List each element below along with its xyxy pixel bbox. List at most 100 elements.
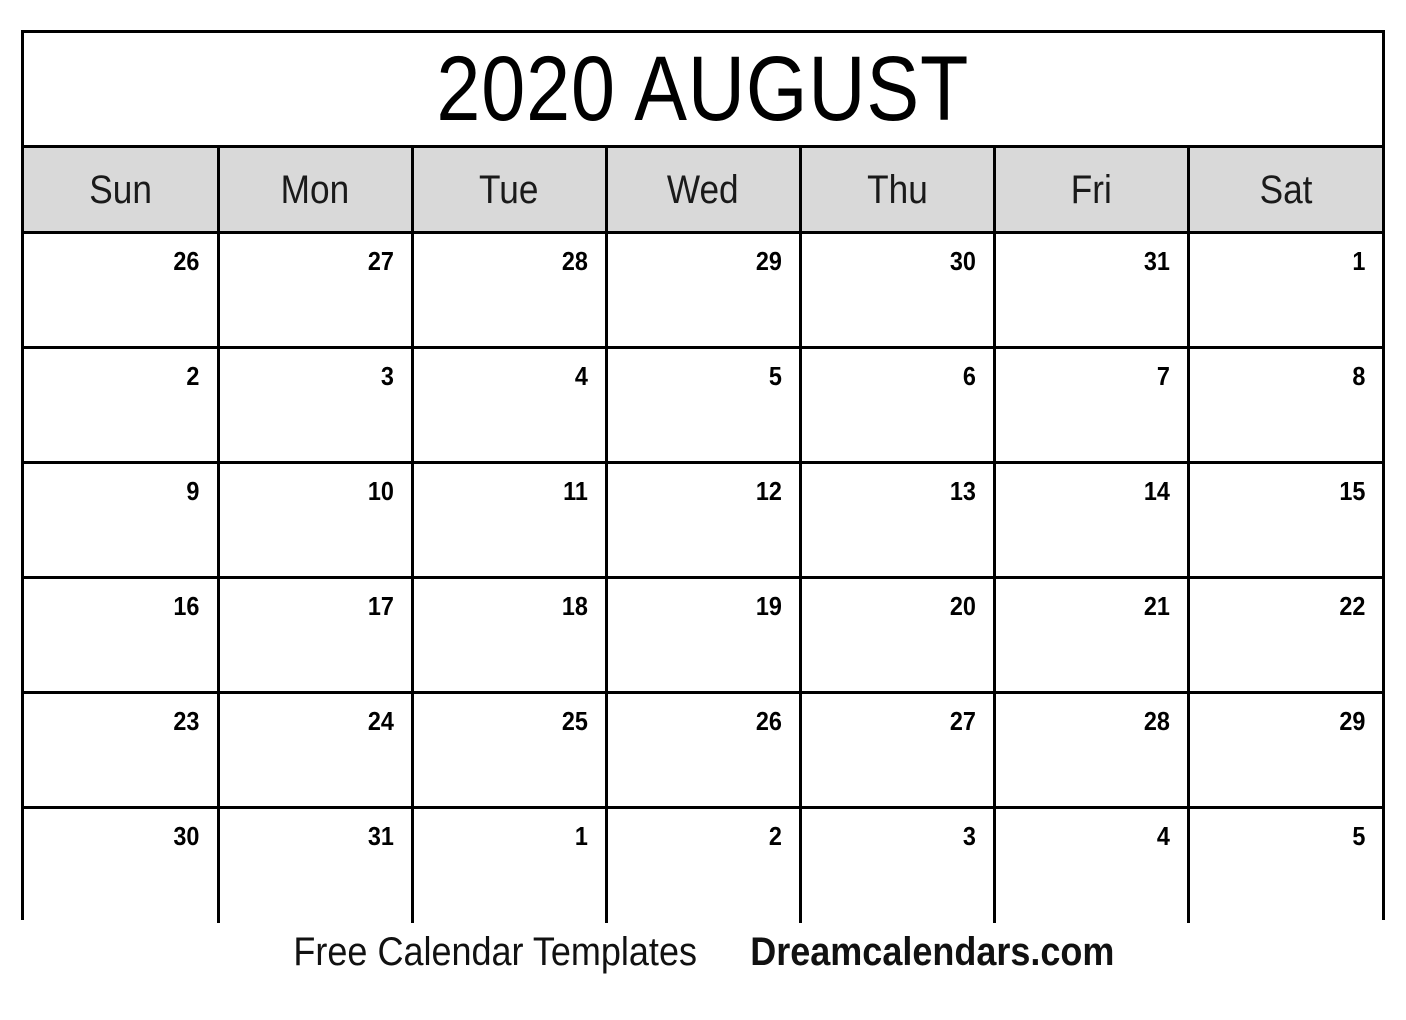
day-cell[interactable]: 6 bbox=[798, 346, 996, 464]
day-cell[interactable]: 30 bbox=[24, 806, 220, 923]
day-cell[interactable]: 19 bbox=[604, 576, 802, 694]
day-cell[interactable]: 3 bbox=[216, 346, 414, 464]
day-cell[interactable]: 27 bbox=[798, 691, 996, 809]
footer-tagline: Free Calendar Templates bbox=[293, 930, 697, 974]
day-cell[interactable]: 11 bbox=[410, 461, 608, 579]
day-number: 10 bbox=[367, 476, 394, 506]
day-cell[interactable]: 16 bbox=[24, 576, 220, 694]
weekday-label: Sun bbox=[88, 167, 152, 212]
day-number: 5 bbox=[768, 361, 782, 391]
weekday-label: Sat bbox=[1259, 167, 1313, 212]
day-number: 28 bbox=[561, 246, 588, 276]
calendar-grid: Sun Mon Tue Wed Thu Fri Sat 26 27 28 29 30 31 1 2 3 4 5 6… bbox=[24, 145, 1382, 923]
weekday-label: Thu bbox=[866, 167, 928, 212]
day-cell[interactable]: 12 bbox=[604, 461, 802, 579]
day-cell[interactable]: 30 bbox=[798, 231, 996, 349]
day-cell[interactable]: 14 bbox=[992, 461, 1190, 579]
day-number: 3 bbox=[962, 821, 976, 851]
day-number: 1 bbox=[574, 821, 588, 851]
footer-brand-link[interactable]: Dreamcalendars.com bbox=[751, 932, 1115, 972]
footer: Free Calendar Templates Dreamcalendars.c… bbox=[0, 932, 1406, 972]
day-cell[interactable]: 5 bbox=[1186, 806, 1382, 923]
weekday-header-thu: Thu bbox=[798, 145, 996, 234]
weekday-label: Wed bbox=[667, 167, 739, 212]
day-cell[interactable]: 4 bbox=[992, 806, 1190, 923]
day-cell[interactable]: 2 bbox=[604, 806, 802, 923]
day-cell[interactable]: 29 bbox=[1186, 691, 1382, 809]
day-number: 20 bbox=[949, 591, 976, 621]
weekday-label: Mon bbox=[280, 167, 350, 212]
day-number: 8 bbox=[1351, 361, 1365, 391]
weekday-label: Fri bbox=[1070, 167, 1112, 212]
day-number: 4 bbox=[1156, 821, 1170, 851]
day-cell[interactable]: 23 bbox=[24, 691, 220, 809]
day-number: 7 bbox=[1156, 361, 1170, 391]
day-number: 25 bbox=[561, 706, 588, 736]
page-title: 2020 AUGUST bbox=[436, 38, 970, 140]
day-cell[interactable]: 5 bbox=[604, 346, 802, 464]
day-cell[interactable]: 28 bbox=[992, 691, 1190, 809]
day-cell[interactable]: 8 bbox=[1186, 346, 1382, 464]
day-number: 29 bbox=[1338, 706, 1365, 736]
day-cell[interactable]: 10 bbox=[216, 461, 414, 579]
day-number: 13 bbox=[949, 476, 976, 506]
week-row: 23 24 25 26 27 28 29 bbox=[24, 691, 1382, 809]
day-number: 19 bbox=[755, 591, 782, 621]
day-cell[interactable]: 1 bbox=[1186, 231, 1382, 349]
day-cell[interactable]: 3 bbox=[798, 806, 996, 923]
day-cell[interactable]: 17 bbox=[216, 576, 414, 694]
day-number: 2 bbox=[768, 821, 782, 851]
footer-spacer bbox=[720, 932, 730, 972]
day-cell[interactable]: 27 bbox=[216, 231, 414, 349]
day-cell[interactable]: 26 bbox=[24, 231, 220, 349]
day-number: 9 bbox=[186, 476, 200, 506]
day-cell[interactable]: 26 bbox=[604, 691, 802, 809]
day-number: 15 bbox=[1338, 476, 1365, 506]
day-cell[interactable]: 28 bbox=[410, 231, 608, 349]
week-row: 9 10 11 12 13 14 15 bbox=[24, 461, 1382, 579]
day-number: 23 bbox=[173, 706, 200, 736]
day-cell[interactable]: 20 bbox=[798, 576, 996, 694]
day-cell[interactable]: 9 bbox=[24, 461, 220, 579]
weekday-header-sat: Sat bbox=[1186, 145, 1382, 234]
day-cell[interactable]: 31 bbox=[992, 231, 1190, 349]
day-number: 30 bbox=[949, 246, 976, 276]
day-cell[interactable]: 2 bbox=[24, 346, 220, 464]
day-number: 27 bbox=[949, 706, 976, 736]
day-number: 3 bbox=[380, 361, 394, 391]
weekday-header-fri: Fri bbox=[992, 145, 1190, 234]
day-cell[interactable]: 31 bbox=[216, 806, 414, 923]
day-number: 28 bbox=[1143, 706, 1170, 736]
day-number: 1 bbox=[1351, 246, 1365, 276]
day-number: 24 bbox=[367, 706, 394, 736]
day-cell[interactable]: 4 bbox=[410, 346, 608, 464]
day-cell[interactable]: 24 bbox=[216, 691, 414, 809]
calendar-title-bar: 2020 AUGUST bbox=[24, 33, 1382, 145]
day-number: 4 bbox=[574, 361, 588, 391]
day-number: 26 bbox=[755, 706, 782, 736]
day-number: 22 bbox=[1338, 591, 1365, 621]
week-row: 16 17 18 19 20 21 22 bbox=[24, 576, 1382, 694]
day-cell[interactable]: 29 bbox=[604, 231, 802, 349]
calendar-frame: 2020 AUGUST Sun Mon Tue Wed Thu Fri Sat 26 27 28… bbox=[21, 30, 1385, 923]
day-cell[interactable]: 22 bbox=[1186, 576, 1382, 694]
calendar-body: 26 27 28 29 30 31 1 2 3 4 5 6 7 8 9 10 11 12 13 14 15 16 17 18 1… bbox=[24, 231, 1382, 923]
calendar-weekday-header: Sun Mon Tue Wed Thu Fri Sat bbox=[24, 145, 1382, 234]
day-cell[interactable]: 15 bbox=[1186, 461, 1382, 579]
day-number: 31 bbox=[1143, 246, 1170, 276]
calendar-page: 2020 AUGUST Sun Mon Tue Wed Thu Fri Sat 26 27 28… bbox=[0, 0, 1406, 1020]
day-cell[interactable]: 7 bbox=[992, 346, 1190, 464]
weekday-header-mon: Mon bbox=[216, 145, 414, 234]
day-number: 26 bbox=[173, 246, 200, 276]
weekday-row: Sun Mon Tue Wed Thu Fri Sat bbox=[24, 145, 1382, 234]
weekday-header-sun: Sun bbox=[24, 145, 220, 234]
day-number: 21 bbox=[1143, 591, 1170, 621]
day-cell[interactable]: 21 bbox=[992, 576, 1190, 694]
day-cell[interactable]: 18 bbox=[410, 576, 608, 694]
week-row: 26 27 28 29 30 31 1 bbox=[24, 231, 1382, 349]
day-cell[interactable]: 13 bbox=[798, 461, 996, 579]
day-cell[interactable]: 25 bbox=[410, 691, 608, 809]
day-cell[interactable]: 1 bbox=[410, 806, 608, 923]
day-number: 11 bbox=[562, 476, 588, 506]
weekday-header-wed: Wed bbox=[604, 145, 802, 234]
